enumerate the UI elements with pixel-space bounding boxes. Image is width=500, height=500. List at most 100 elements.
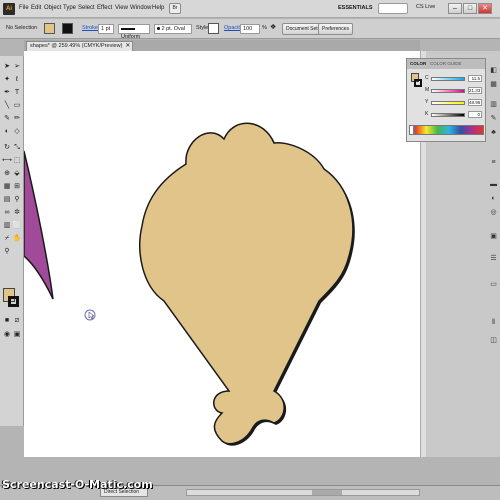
- stroke-panel-icon[interactable]: ≡: [489, 158, 498, 167]
- stroke-swatch[interactable]: [62, 23, 73, 34]
- brush-definition[interactable]: 2 pt. Oval: [154, 24, 192, 34]
- symbols-panel-icon[interactable]: ♣: [489, 128, 498, 137]
- rectangle-tool-icon[interactable]: ▭: [12, 101, 22, 111]
- mesh-tool-icon[interactable]: ⊞: [12, 182, 22, 192]
- bridge-button[interactable]: Br: [169, 3, 181, 14]
- gradient-panel-icon[interactable]: ▬: [489, 180, 498, 189]
- opacity-field[interactable]: 100: [240, 24, 260, 34]
- horizontal-scroll-thumb[interactable]: [312, 490, 342, 495]
- yellow-slider[interactable]: [431, 101, 465, 105]
- artboards-panel-icon[interactable]: ▭: [489, 280, 498, 289]
- column-graph-tool-icon[interactable]: ▥: [2, 221, 12, 231]
- direct-selection-tool-icon[interactable]: ➢: [12, 62, 22, 72]
- eyedropper-tool-icon[interactable]: ⚲: [12, 195, 22, 205]
- preferences-button[interactable]: Preferences: [318, 23, 353, 35]
- blob-brush-tool-icon[interactable]: ◐: [2, 127, 12, 137]
- pathfinder-panel-icon[interactable]: ◫: [489, 336, 498, 345]
- draw-mode-icon[interactable]: ◉: [2, 330, 12, 340]
- menu-view[interactable]: View: [115, 5, 128, 11]
- perspective-grid-tool-icon[interactable]: ▦: [2, 182, 12, 192]
- close-document-icon[interactable]: ✕: [125, 42, 130, 51]
- gradient-tool-icon[interactable]: ▤: [2, 195, 12, 205]
- eraser-tool-icon[interactable]: ◇: [12, 127, 22, 137]
- stroke-weight-field[interactable]: 1 pt: [98, 24, 114, 34]
- document-tab[interactable]: shapes* @ 259.49% (CMYK/Preview) ✕: [26, 41, 134, 51]
- menu-object[interactable]: Object: [44, 5, 61, 11]
- artboard-canvas[interactable]: [24, 51, 420, 457]
- stroke-color-swatch[interactable]: [8, 296, 19, 307]
- close-window-button[interactable]: ✕: [478, 3, 492, 14]
- brushes-panel-icon[interactable]: ✎: [489, 114, 498, 123]
- paintbrush-tool-icon[interactable]: ✎: [2, 114, 12, 124]
- yellow-value[interactable]: 48.96: [468, 99, 482, 106]
- magic-wand-tool-icon[interactable]: ✦: [2, 75, 12, 85]
- menu-type[interactable]: Type: [63, 5, 76, 11]
- menu-file[interactable]: File: [19, 5, 29, 11]
- appearance-panel-icon[interactable]: ◎: [489, 208, 498, 217]
- menu-edit[interactable]: Edit: [31, 5, 41, 11]
- live-paint-tool-icon[interactable]: ⬙: [12, 169, 22, 179]
- yellow-slider-row: Y 48.96: [425, 99, 485, 107]
- menu-window[interactable]: Window: [130, 5, 151, 11]
- selection-tool-icon[interactable]: ➤: [2, 62, 12, 72]
- cs-live-button[interactable]: CS Live: [416, 4, 435, 10]
- stroke-label[interactable]: Stroke: [82, 25, 98, 31]
- color-guide-icon[interactable]: ▦: [489, 80, 498, 89]
- graphic-styles-panel-icon[interactable]: ▣: [489, 232, 498, 241]
- graphic-style-swatch[interactable]: [208, 23, 219, 34]
- horizontal-scrollbar[interactable]: [186, 489, 420, 496]
- artboard-tool-icon[interactable]: ⬜: [12, 221, 22, 231]
- maximize-button[interactable]: □: [463, 3, 477, 14]
- align-panel-icon[interactable]: ⫴: [489, 318, 498, 327]
- layers-panel-icon[interactable]: ☰: [489, 254, 498, 263]
- magenta-value[interactable]: 21.33: [468, 87, 482, 94]
- minimize-button[interactable]: –: [448, 3, 462, 14]
- yellow-label: Y: [425, 99, 429, 105]
- panel-stroke-swatch[interactable]: [414, 79, 422, 87]
- menu-effect[interactable]: Effect: [97, 5, 112, 11]
- shape-builder-tool-icon[interactable]: ⊕: [2, 169, 12, 179]
- black-slider-row: K 0: [425, 111, 485, 119]
- black-slider[interactable]: [431, 113, 465, 117]
- recolor-artwork-icon[interactable]: ❖: [270, 23, 276, 31]
- none-mode-icon[interactable]: ⧄: [12, 316, 22, 326]
- fill-swatch[interactable]: [44, 23, 55, 34]
- variable-width-profile[interactable]: Uniform: [118, 24, 150, 40]
- line-tool-icon[interactable]: ╲: [2, 101, 12, 111]
- tab-color[interactable]: COLOR: [410, 61, 426, 66]
- purple-shape: [24, 150, 54, 300]
- symbol-sprayer-tool-icon[interactable]: ✲: [12, 208, 22, 218]
- tab-color-guide[interactable]: COLOR GUIDE: [430, 61, 462, 66]
- color-spectrum[interactable]: [414, 125, 484, 135]
- width-tool-icon[interactable]: ⟷: [2, 156, 12, 166]
- opacity-unit: %: [262, 25, 267, 31]
- workspace-switcher[interactable]: ESSENTIALS: [330, 3, 376, 14]
- color-mode-icon[interactable]: ■: [2, 316, 12, 326]
- black-value[interactable]: 0: [468, 111, 482, 118]
- cyan-value[interactable]: 11.5: [468, 75, 482, 82]
- type-tool-icon[interactable]: T: [12, 88, 22, 98]
- pencil-tool-icon[interactable]: ✏: [12, 114, 22, 124]
- transparency-panel-icon[interactable]: ◐: [489, 194, 498, 203]
- magenta-slider[interactable]: [431, 89, 465, 93]
- swatches-panel-icon[interactable]: ▥: [489, 100, 498, 109]
- menu-help[interactable]: Help: [152, 5, 164, 11]
- lasso-tool-icon[interactable]: ℓ: [12, 75, 22, 85]
- slice-tool-icon[interactable]: ⌿: [2, 234, 12, 244]
- brush-dot-icon: [157, 27, 160, 31]
- cyan-slider[interactable]: [431, 77, 465, 81]
- hand-tool-icon[interactable]: ✋: [12, 234, 22, 244]
- free-transform-tool-icon[interactable]: ⬚: [12, 156, 22, 166]
- zoom-tool-icon[interactable]: ⚲: [2, 247, 12, 257]
- scale-tool-icon[interactable]: ⤡: [12, 143, 22, 153]
- rotate-tool-icon[interactable]: ↻: [2, 143, 12, 153]
- screen-mode-icon[interactable]: ▣: [12, 330, 22, 340]
- menu-select[interactable]: Select: [78, 5, 95, 11]
- screencast-watermark: Screencast-O-Matic.com: [2, 478, 153, 491]
- pen-tool-icon[interactable]: ✒: [2, 88, 12, 98]
- menu-bar: Ai File Edit Object Type Select Effect V…: [0, 0, 500, 18]
- cyan-slider-row: C 11.5: [425, 75, 485, 83]
- color-panel-icon[interactable]: ◧: [489, 66, 498, 75]
- help-search-input[interactable]: [378, 3, 408, 14]
- blend-tool-icon[interactable]: ∞: [2, 208, 12, 218]
